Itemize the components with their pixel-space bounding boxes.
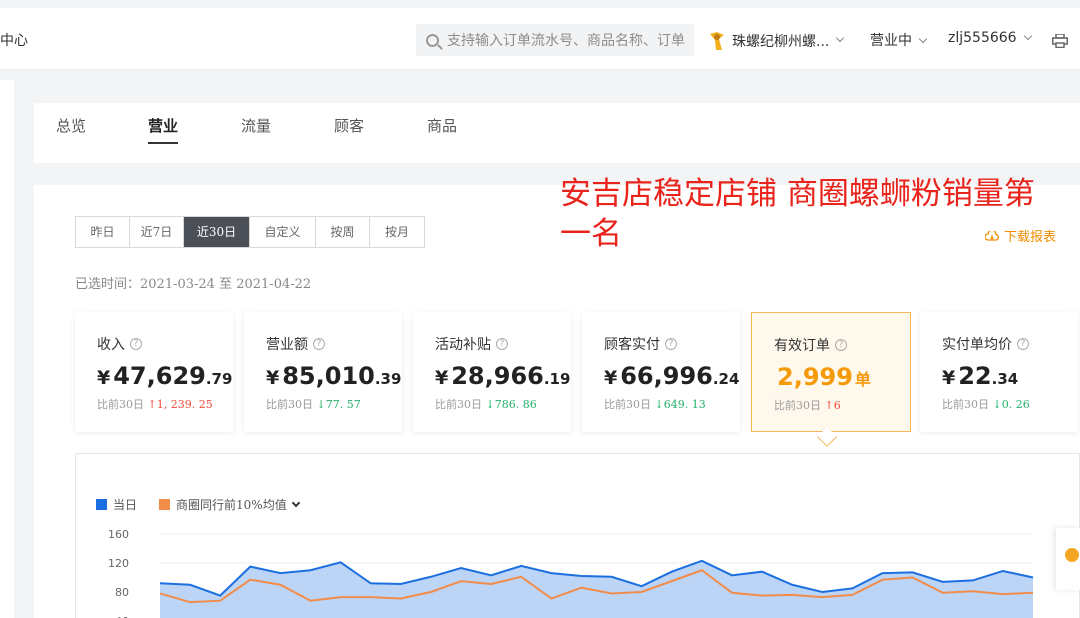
metric-card[interactable]: 营业额? ¥85,010.39 比前30日 ↓77. 57 <box>244 312 402 432</box>
trend-arrow-icon: ↓ <box>485 398 495 411</box>
metric-comparison: 比前30日 ↑1, 239. 25 <box>97 398 213 411</box>
metric-card[interactable]: 活动补贴? ¥28,966.19 比前30日 ↓786. 86 <box>413 312 571 432</box>
metric-label: 实付单均价? <box>942 334 1078 354</box>
tab-traffic[interactable]: 流量 <box>241 115 271 142</box>
help-icon[interactable]: ? <box>665 338 677 350</box>
chevron-down-icon <box>836 33 845 43</box>
tab-products[interactable]: 商品 <box>427 115 457 142</box>
search-icon <box>426 33 439 47</box>
chart-legend: 当日 商圈同行前10%均值 <box>96 496 321 513</box>
legend-item-benchmark[interactable]: 商圈同行前10%均值 <box>159 496 300 513</box>
metric-card[interactable]: 顾客实付? ¥66,996.24 比前30日 ↓649. 13 <box>582 312 740 432</box>
metric-card[interactable]: 收入? ¥47,629.79 比前30日 ↑1, 239. 25 <box>75 312 233 432</box>
username: zlj555666 <box>948 30 1017 46</box>
y-tick-label: 120 <box>108 557 129 570</box>
metric-comparison: 比前30日 ↓786. 86 <box>435 398 537 411</box>
user-menu[interactable]: zlj555666 <box>948 30 1032 46</box>
metric-value: ¥47,629.79 <box>97 362 233 390</box>
metric-card[interactable]: 实付单均价? ¥22.34 比前30日 ↓0. 26 <box>920 312 1078 432</box>
tab-customers[interactable]: 顾客 <box>334 115 364 142</box>
tab-business[interactable]: 营业 <box>148 115 179 144</box>
range-yesterday[interactable]: 昨日 <box>76 217 130 247</box>
help-icon[interactable]: ? <box>313 338 325 350</box>
trend-arrow-icon: ↑ <box>824 399 834 412</box>
help-icon[interactable]: ? <box>1017 338 1029 350</box>
sidebar <box>0 80 14 618</box>
range-monthly[interactable]: 按月 <box>370 217 424 247</box>
chevron-down-icon <box>918 34 928 44</box>
metric-label: 收入? <box>97 334 233 354</box>
legend-label: 商圈同行前10%均值 <box>176 498 287 512</box>
legend-item-today[interactable]: 当日 <box>96 496 137 513</box>
metric-comparison: 比前30日 ↓77. 57 <box>266 398 361 411</box>
printer-icon[interactable] <box>1052 34 1068 48</box>
metric-label: 活动补贴? <box>435 334 571 354</box>
metric-label: 有效订单? <box>774 335 910 355</box>
trend-chart-plot: 1601208040 <box>108 528 1034 618</box>
tab-bar: 总览 营业 流量 顾客 商品 <box>34 103 1080 163</box>
service-icon <box>1065 548 1079 562</box>
metric-value: 2,999 单 <box>777 363 871 391</box>
help-icon[interactable]: ? <box>835 339 847 351</box>
metric-comparison: 比前30日 ↑6 <box>774 399 841 412</box>
metric-comparison: 比前30日 ↓649. 13 <box>604 398 706 411</box>
metric-value: ¥85,010.39 <box>266 362 402 390</box>
range-7days[interactable]: 近7日 <box>130 217 184 247</box>
chevron-down-icon <box>291 498 300 507</box>
metric-comparison: 比前30日 ↓0. 26 <box>942 398 1030 411</box>
shop-name: 珠螺纪柳州螺... <box>732 34 830 50</box>
metric-value: ¥22.34 <box>942 362 1019 390</box>
legend-swatch <box>159 499 171 510</box>
tab-overview[interactable]: 总览 <box>56 115 86 142</box>
metric-value: ¥28,966.19 <box>435 362 571 390</box>
y-tick-label: 160 <box>108 528 129 541</box>
trend-arrow-icon: ↓ <box>992 398 1002 411</box>
trend-arrow-icon: ↓ <box>316 398 326 411</box>
search-input[interactable]: 支持输入订单流水号、商品名称、订单 <box>416 24 694 56</box>
shop-logo-icon <box>710 32 724 50</box>
metric-label: 营业额? <box>266 334 402 354</box>
metric-value: ¥66,996.24 <box>604 362 740 390</box>
y-tick-label: 80 <box>115 586 129 599</box>
app-title[interactable]: 中心 <box>0 30 28 50</box>
help-icon[interactable]: ? <box>130 338 142 350</box>
legend-swatch <box>96 499 107 510</box>
metric-card[interactable]: 有效订单? 2,999 单比前30日 ↑6 <box>751 312 911 432</box>
date-range-selector: 昨日 近7日 近30日 自定义 按周 按月 <box>75 216 425 248</box>
trend-arrow-icon: ↑ <box>147 398 157 411</box>
shop-selector[interactable]: 珠螺纪柳州螺... <box>706 30 845 52</box>
range-weekly[interactable]: 按周 <box>316 217 370 247</box>
range-30days[interactable]: 近30日 <box>184 217 250 247</box>
annotation-overlay-text: 安吉店稳定店铺 商圈螺蛳粉销量第一名 <box>560 176 1035 252</box>
help-icon[interactable]: ? <box>496 338 508 350</box>
trend-arrow-icon: ↓ <box>654 398 664 411</box>
business-status-dropdown[interactable]: 营业中 <box>870 30 928 50</box>
top-bar: 中心 支持输入订单流水号、商品名称、订单 珠螺纪柳州螺... 营业中 zlj55… <box>0 8 1080 70</box>
metric-label: 顾客实付? <box>604 334 740 354</box>
selected-time-range: 已选时间：2021-03-24 至 2021-04-22 <box>75 277 312 292</box>
business-status: 营业中 <box>870 33 912 49</box>
legend-label: 当日 <box>113 498 138 512</box>
range-custom[interactable]: 自定义 <box>250 217 316 247</box>
search-placeholder: 支持输入订单流水号、商品名称、订单 <box>447 33 685 49</box>
floating-service-button[interactable] <box>1056 528 1080 590</box>
chevron-down-icon <box>1023 31 1032 41</box>
